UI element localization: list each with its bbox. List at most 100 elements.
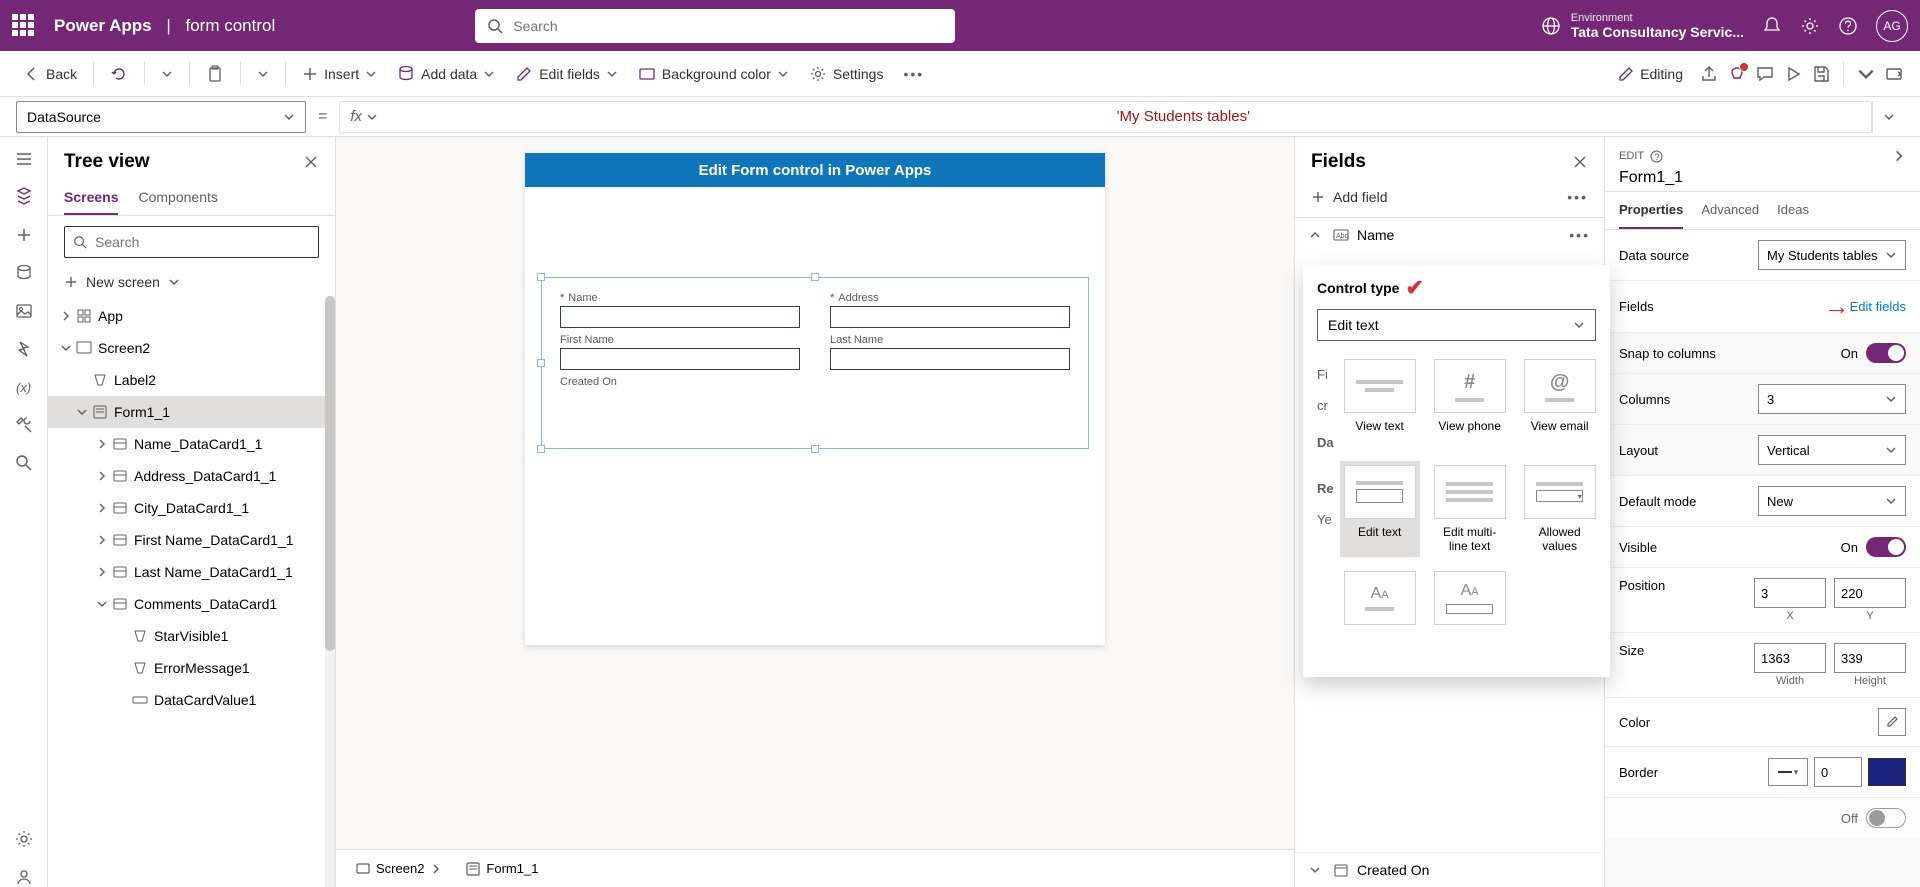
automate-rail-icon[interactable] <box>14 339 34 359</box>
tile-view-email[interactable]: @View email <box>1520 355 1600 451</box>
add-data-button[interactable]: Add data <box>389 59 503 89</box>
share-icon[interactable] <box>1699 64 1719 84</box>
tree-node[interactable]: Screen2 <box>48 332 335 364</box>
data-source-select[interactable]: My Students tables <box>1758 240 1906 270</box>
tab-advanced[interactable]: Advanced <box>1701 192 1759 229</box>
more-icon[interactable]: ••• <box>1567 189 1588 205</box>
off-toggle[interactable] <box>1866 808 1906 828</box>
tree-search-input[interactable] <box>95 234 310 250</box>
media-rail-icon[interactable] <box>14 301 34 321</box>
form-input-name[interactable] <box>560 306 800 328</box>
pos-y-input[interactable] <box>1834 578 1906 608</box>
tree-node[interactable]: StarVisible1 <box>48 620 335 652</box>
border-color-button[interactable] <box>1868 758 1906 786</box>
more-button[interactable]: ••• <box>895 60 932 88</box>
tree-node[interactable]: Form1_1 <box>48 396 335 428</box>
control-type-select[interactable]: Edit text <box>1317 309 1596 341</box>
layout-select[interactable]: Vertical <box>1758 435 1906 465</box>
notifications-icon[interactable] <box>1762 16 1782 36</box>
edit-fields-button[interactable]: Edit fields <box>507 59 626 89</box>
tile-view-text[interactable]: View text <box>1340 355 1420 451</box>
tree-node[interactable]: First Name_DataCard1_1 <box>48 524 335 556</box>
field-row-created-on[interactable]: Created On <box>1295 852 1604 887</box>
default-mode-select[interactable]: New <box>1758 486 1906 516</box>
close-icon[interactable] <box>1572 154 1588 170</box>
tile-view-phone[interactable]: #View phone <box>1430 355 1510 451</box>
pos-x-input[interactable] <box>1754 578 1826 608</box>
property-selector[interactable]: DataSource <box>16 101 306 133</box>
save-icon[interactable] <box>1811 64 1831 84</box>
tree-search[interactable] <box>64 226 319 258</box>
tree-view-icon[interactable] <box>14 187 34 207</box>
crumb-form[interactable]: Form1_1 <box>458 857 546 880</box>
tree-node[interactable]: App <box>48 300 335 332</box>
border-style-select[interactable]: ▾ <box>1768 758 1808 786</box>
tab-ideas[interactable]: Ideas <box>1777 192 1809 229</box>
resize-handle[interactable] <box>811 445 819 453</box>
search-input[interactable] <box>513 18 943 34</box>
data-rail-icon[interactable] <box>14 263 34 283</box>
global-search[interactable] <box>475 9 955 43</box>
hamburger-icon[interactable] <box>14 149 34 169</box>
tree-node[interactable]: DataCardValue1 <box>48 684 335 716</box>
tab-properties[interactable]: Properties <box>1619 192 1683 229</box>
insert-button[interactable]: Insert <box>294 60 385 88</box>
play-icon[interactable] <box>1783 64 1803 84</box>
tree-node[interactable]: ErrorMessage1 <box>48 652 335 684</box>
border-width-input[interactable] <box>1814 757 1862 787</box>
new-screen-button[interactable]: New screen <box>48 268 335 296</box>
expand-formula-button[interactable] <box>1872 101 1904 133</box>
settings-icon[interactable] <box>1800 16 1820 36</box>
undo-button[interactable] <box>102 59 136 89</box>
settings-rail-icon[interactable] <box>14 829 34 849</box>
waffle-icon[interactable] <box>12 14 36 38</box>
back-button[interactable]: Back <box>16 60 85 88</box>
undo-dropdown[interactable] <box>153 62 181 86</box>
chevron-right-icon[interactable] <box>1892 149 1906 163</box>
resize-handle[interactable] <box>811 273 819 281</box>
insert-rail-icon[interactable] <box>14 225 34 245</box>
width-input[interactable] <box>1754 643 1826 673</box>
tree-node[interactable]: Label2 <box>48 364 335 396</box>
form-input-address[interactable] <box>830 306 1070 328</box>
tile-edit-text[interactable]: Edit text <box>1340 461 1420 557</box>
resize-handle[interactable] <box>537 445 545 453</box>
checker-icon[interactable] <box>1727 64 1747 84</box>
tab-components[interactable]: Components <box>138 181 217 215</box>
tree-node[interactable]: Name_DataCard1_1 <box>48 428 335 460</box>
paste-button[interactable] <box>198 59 232 89</box>
tile-font-1[interactable]: AA <box>1340 567 1420 663</box>
tile-font-2[interactable]: AA <box>1430 567 1510 663</box>
tree-node[interactable]: City_DataCard1_1 <box>48 492 335 524</box>
tree-node[interactable]: Address_DataCard1_1 <box>48 460 335 492</box>
save-dropdown-icon[interactable] <box>1856 64 1876 84</box>
environment-picker[interactable]: Environment Tata Consultancy Servic... <box>1541 12 1744 40</box>
help-icon[interactable] <box>1838 16 1858 36</box>
paste-dropdown[interactable] <box>249 62 277 86</box>
tree-node[interactable]: Comments_DataCard1 <box>48 588 335 620</box>
resize-handle[interactable] <box>537 273 545 281</box>
height-input[interactable] <box>1834 643 1906 673</box>
form-selection[interactable]: *Name *Address First Name Last Name Crea… <box>541 277 1089 449</box>
add-field-button[interactable]: Add field ••• <box>1295 183 1604 217</box>
chevron-down-icon[interactable] <box>366 111 378 123</box>
tile-edit-multiline[interactable]: Edit multi-line text <box>1430 461 1510 557</box>
crumb-screen[interactable]: Screen2 <box>348 857 450 880</box>
more-icon[interactable]: ••• <box>1569 227 1590 243</box>
color-picker-button[interactable] <box>1878 708 1906 736</box>
info-icon[interactable]: ? <box>1650 150 1663 163</box>
columns-select[interactable]: 3 <box>1758 384 1906 414</box>
user-avatar[interactable]: AG <box>1876 10 1908 42</box>
field-row-name[interactable]: Abc Name ••• <box>1295 217 1604 252</box>
tools-rail-icon[interactable] <box>14 415 34 435</box>
close-icon[interactable] <box>303 154 319 170</box>
form-input-firstname[interactable] <box>560 348 800 370</box>
snap-toggle[interactable] <box>1866 343 1906 363</box>
comments-icon[interactable] <box>1755 64 1775 84</box>
tile-allowed-values[interactable]: ▾Allowed values <box>1520 461 1600 557</box>
search-rail-icon[interactable] <box>14 453 34 473</box>
form-input-lastname[interactable] <box>830 348 1070 370</box>
formula-input[interactable]: 'My Students tables' <box>1105 101 1872 133</box>
settings-button[interactable]: Settings <box>801 59 892 89</box>
visible-toggle[interactable] <box>1866 537 1906 557</box>
